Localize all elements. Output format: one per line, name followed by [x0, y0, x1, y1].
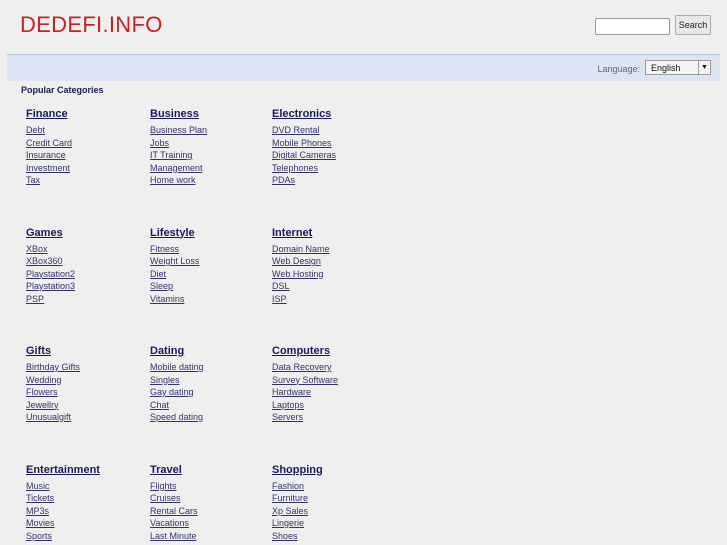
category-link[interactable]: Insurance [26, 149, 146, 162]
category-link[interactable]: Servers [272, 411, 392, 424]
category-block: Games XBox XBox360 Playstation2 Playstation3… [26, 227, 146, 306]
language-selected: English [651, 63, 681, 73]
category-link[interactable]: Gay dating [150, 386, 270, 399]
category-block: Internet Domain Name Web Design Web Hosting… [272, 227, 392, 306]
category-link[interactable]: Home work [150, 174, 270, 187]
category-link[interactable]: PSP [26, 293, 146, 306]
category-link[interactable]: Fashion [272, 480, 392, 493]
search-button[interactable]: Search [675, 15, 711, 35]
category-link[interactable]: Mobile dating [150, 361, 270, 374]
category-link[interactable]: Survey Software [272, 374, 392, 387]
category-link[interactable]: Domain Name [272, 243, 392, 256]
category-link[interactable]: Mobile Phones [272, 137, 392, 150]
category-link[interactable]: Vitamins [150, 293, 270, 306]
category-block: Finance Debt Credit Card Insurance Investmen… [26, 108, 146, 187]
category-link[interactable]: Jewellry [26, 399, 146, 412]
category-link[interactable]: Music [26, 480, 146, 493]
category-link[interactable]: IT Training [150, 149, 270, 162]
category-link[interactable]: Sports [26, 530, 146, 543]
category-link[interactable]: Cruises [150, 492, 270, 505]
category-block: Business Business Plan Jobs IT Training Mana… [150, 108, 270, 187]
category-heading[interactable]: Shopping [272, 464, 392, 476]
category-link[interactable]: ISP [272, 293, 392, 306]
category-link[interactable]: Weight Loss [150, 255, 270, 268]
category-block: Electronics DVD Rental Mobile Phones Digita… [272, 108, 392, 187]
category-link[interactable]: Sleep [150, 280, 270, 293]
category-heading[interactable]: Gifts [26, 345, 146, 357]
category-heading[interactable]: Finance [26, 108, 146, 120]
category-link[interactable]: Telephones [272, 162, 392, 175]
category-block: Dating Mobile dating Singles Gay dating Chat… [150, 345, 270, 424]
category-block: Entertainment Music Tickets MP3s Movies Sport… [26, 464, 146, 543]
category-block: Gifts Birthday Gifts Wedding Flowers Jewellr… [26, 345, 146, 424]
category-link[interactable]: Rental Cars [150, 505, 270, 518]
category-link[interactable]: Speed dating [150, 411, 270, 424]
category-link[interactable]: Furniture [272, 492, 392, 505]
category-link[interactable]: Movies [26, 517, 146, 530]
category-link[interactable]: Tickets [26, 492, 146, 505]
category-link[interactable]: Flowers [26, 386, 146, 399]
category-link[interactable]: Credit Card [26, 137, 146, 150]
category-link[interactable]: Unusualgift [26, 411, 146, 424]
category-link[interactable]: Investment [26, 162, 146, 175]
category-link[interactable]: Chat [150, 399, 270, 412]
popular-categories-title: Popular Categories [21, 85, 104, 95]
category-link[interactable]: Jobs [150, 137, 270, 150]
category-link[interactable]: Debt [26, 124, 146, 137]
category-link[interactable]: Shoes [272, 530, 392, 543]
category-link[interactable]: XBox [26, 243, 146, 256]
language-label: Language: [597, 64, 640, 74]
language-bar: Language: English ▼ [7, 54, 720, 81]
category-heading[interactable]: Dating [150, 345, 270, 357]
category-heading[interactable]: Internet [272, 227, 392, 239]
category-heading[interactable]: Entertainment [26, 464, 146, 476]
category-link[interactable]: Digital Cameras [272, 149, 392, 162]
language-select[interactable]: English ▼ [645, 60, 711, 75]
category-link[interactable]: Playstation2 [26, 268, 146, 281]
category-link[interactable]: Singles [150, 374, 270, 387]
category-heading[interactable]: Travel [150, 464, 270, 476]
category-block: Travel Flights Cruises Rental Cars Vacations… [150, 464, 270, 543]
category-link[interactable]: Diet [150, 268, 270, 281]
category-link[interactable]: Vacations [150, 517, 270, 530]
category-link[interactable]: Playstation3 [26, 280, 146, 293]
category-heading[interactable]: Lifestyle [150, 227, 270, 239]
category-link[interactable]: Web Hosting [272, 268, 392, 281]
category-link[interactable]: Laptops [272, 399, 392, 412]
site-logo[interactable]: DEDEFI.INFO [20, 12, 163, 38]
category-link[interactable]: Data Recovery [272, 361, 392, 374]
category-link[interactable]: Tax [26, 174, 146, 187]
category-link[interactable]: Lingerie [272, 517, 392, 530]
category-link[interactable]: MP3s [26, 505, 146, 518]
category-link[interactable]: Fitness [150, 243, 270, 256]
category-link[interactable]: Business Plan [150, 124, 270, 137]
category-block: Shopping Fashion Furniture Xp Sales Lingerie… [272, 464, 392, 543]
category-link[interactable]: Flights [150, 480, 270, 493]
category-link[interactable]: Last Minute [150, 530, 270, 543]
category-link[interactable]: DSL [272, 280, 392, 293]
chevron-down-icon: ▼ [698, 61, 710, 74]
category-link[interactable]: Xp Sales [272, 505, 392, 518]
category-link[interactable]: PDAs [272, 174, 392, 187]
category-link[interactable]: XBox360 [26, 255, 146, 268]
category-heading[interactable]: Electronics [272, 108, 392, 120]
category-block: Computers Data Recovery Survey Software Har… [272, 345, 392, 424]
category-link[interactable]: Birthday Gifts [26, 361, 146, 374]
category-link[interactable]: Wedding [26, 374, 146, 387]
category-heading[interactable]: Computers [272, 345, 392, 357]
category-block: Lifestyle Fitness Weight Loss Diet Sleep Vita… [150, 227, 270, 306]
category-link[interactable]: Management [150, 162, 270, 175]
category-link[interactable]: Hardware [272, 386, 392, 399]
category-heading[interactable]: Games [26, 227, 146, 239]
search-input[interactable] [595, 18, 670, 35]
category-heading[interactable]: Business [150, 108, 270, 120]
category-link[interactable]: DVD Rental [272, 124, 392, 137]
category-link[interactable]: Web Design [272, 255, 392, 268]
